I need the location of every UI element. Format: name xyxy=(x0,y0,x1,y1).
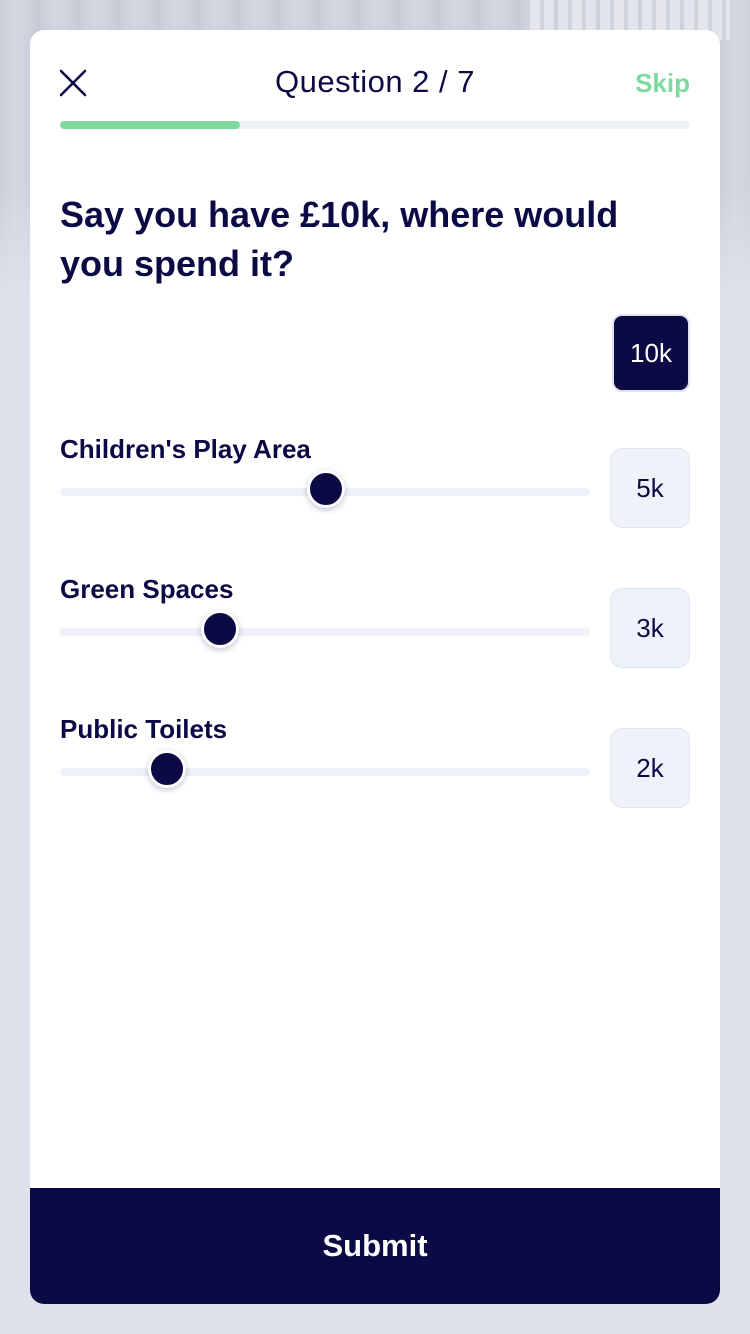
slider-thumb[interactable] xyxy=(148,750,186,788)
progress-fill xyxy=(60,121,240,129)
slider-thumb[interactable] xyxy=(307,470,345,508)
allocation-value: 5k xyxy=(610,448,690,528)
allocation-slider[interactable] xyxy=(60,610,590,648)
allocation-row: Public Toilets 2k xyxy=(60,714,690,824)
question-text: Say you have £10k, where would you spend… xyxy=(60,194,619,284)
progress-bar xyxy=(60,121,690,129)
allocation-value: 3k xyxy=(610,588,690,668)
allocation-value: 2k xyxy=(610,728,690,808)
allocation-slider[interactable] xyxy=(60,470,590,508)
allocation-row: Children's Play Area 5k xyxy=(60,434,690,544)
question-card: Question 2 / 7 Skip Say you have £10k, w… xyxy=(30,30,720,1304)
allocation-label: Green Spaces xyxy=(60,574,234,604)
total-budget-badge: 10k xyxy=(612,314,690,392)
skip-button[interactable]: Skip xyxy=(635,68,690,99)
slider-thumb[interactable] xyxy=(201,610,239,648)
question-counter: Question 2 / 7 xyxy=(274,64,475,99)
allocation-slider[interactable] xyxy=(60,750,590,788)
submit-button[interactable]: Submit xyxy=(30,1188,720,1304)
allocation-label: Children's Play Area xyxy=(60,434,311,464)
allocation-row: Green Spaces 3k xyxy=(60,574,690,684)
allocation-label: Public Toilets xyxy=(60,714,228,744)
